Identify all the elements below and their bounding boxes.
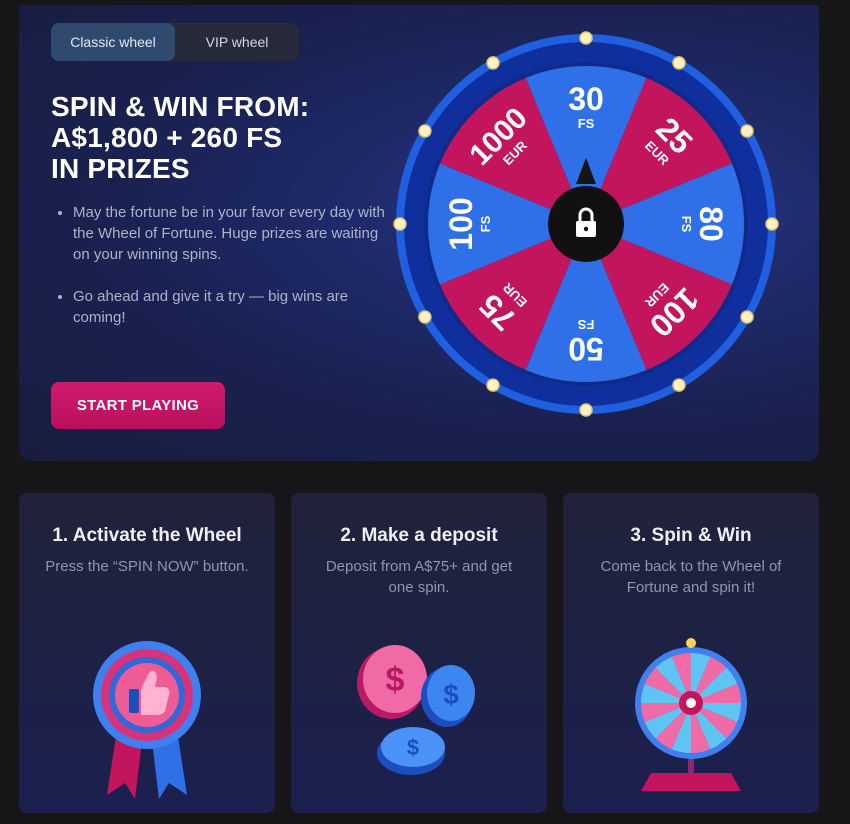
page-title: SPIN & WIN FROM: A$1,800 + 260 FS IN PRI…: [51, 91, 371, 184]
thumbs-up-badge-icon: [93, 641, 201, 799]
list-item: May the fortune be in your favor every d…: [73, 202, 393, 265]
start-playing-button[interactable]: START PLAYING: [51, 382, 225, 429]
wheel-type-tabs: Classic wheel VIP wheel: [51, 23, 299, 61]
rim-light: [486, 56, 500, 70]
feature-list: May the fortune be in your favor every d…: [53, 202, 393, 349]
rim-light: [740, 124, 754, 138]
rim-light: [672, 56, 686, 70]
segment-value: 80: [693, 206, 729, 242]
fortune-wheel-graphic: 30FS 25EUR80FS100EUR50FS75EUR100 FS1000EUR: [393, 31, 779, 417]
rim-light: [672, 378, 686, 392]
step-title: 3. Spin & Win: [630, 525, 752, 546]
rim-light: [579, 31, 593, 45]
rim-light: [393, 217, 407, 231]
segment-value: 50: [568, 331, 604, 367]
step-card-deposit: 2. Make a deposit Deposit from A$75+ and…: [291, 493, 547, 813]
fortune-wheel[interactable]: 30 FS 25 EUR 80 FS 100 EUR 50 FS 75 EUR 100 FS 1000 EUR: [389, 27, 783, 421]
step-description: Press the “SPIN NOW” button.: [45, 558, 249, 575]
segment-unit: FS: [478, 215, 493, 232]
step-description: Deposit from A$75+ and get one spin.: [325, 558, 513, 596]
title-line: IN PRIZES: [51, 153, 190, 184]
rim-light: [579, 403, 593, 417]
svg-text:$: $: [386, 661, 405, 699]
svg-text:$: $: [443, 679, 459, 710]
tab-vip-wheel[interactable]: VIP wheel: [175, 23, 299, 61]
step-card-spin: 3. Spin & Win Come back to the Wheel of …: [563, 493, 819, 813]
wheel-base: [641, 773, 741, 791]
title-line: A$1,800 + 260 FS: [51, 122, 283, 153]
rim-light: [418, 124, 432, 138]
svg-text:$: $: [407, 735, 419, 760]
step-description: Come back to the Wheel of Fortune and sp…: [600, 558, 782, 596]
step-title: 1. Activate the Wheel: [52, 525, 242, 546]
title-line: SPIN & WIN FROM:: [51, 91, 310, 122]
hero-panel: Classic wheel VIP wheel SPIN & WIN FROM:…: [19, 5, 819, 461]
coins-icon: $ $ $: [357, 645, 475, 775]
list-item: Go ahead and give it a try — big wins ar…: [73, 286, 393, 328]
segment-value: 100: [443, 197, 479, 250]
segment-value: 30: [568, 81, 604, 117]
segment-unit: FS: [679, 216, 694, 233]
step-card-activate: 1. Activate the Wheel Press the “SPIN NO…: [19, 493, 275, 813]
rim-light: [765, 217, 779, 231]
fortune-wheel-icon: [635, 638, 747, 791]
rim-light: [418, 310, 432, 324]
rim-light: [486, 378, 500, 392]
tab-classic-wheel[interactable]: Classic wheel: [51, 23, 175, 61]
rim-light: [740, 310, 754, 324]
segment-unit: FS: [578, 116, 595, 131]
step-title: 2. Make a deposit: [340, 525, 498, 546]
segment-unit: FS: [577, 317, 594, 332]
